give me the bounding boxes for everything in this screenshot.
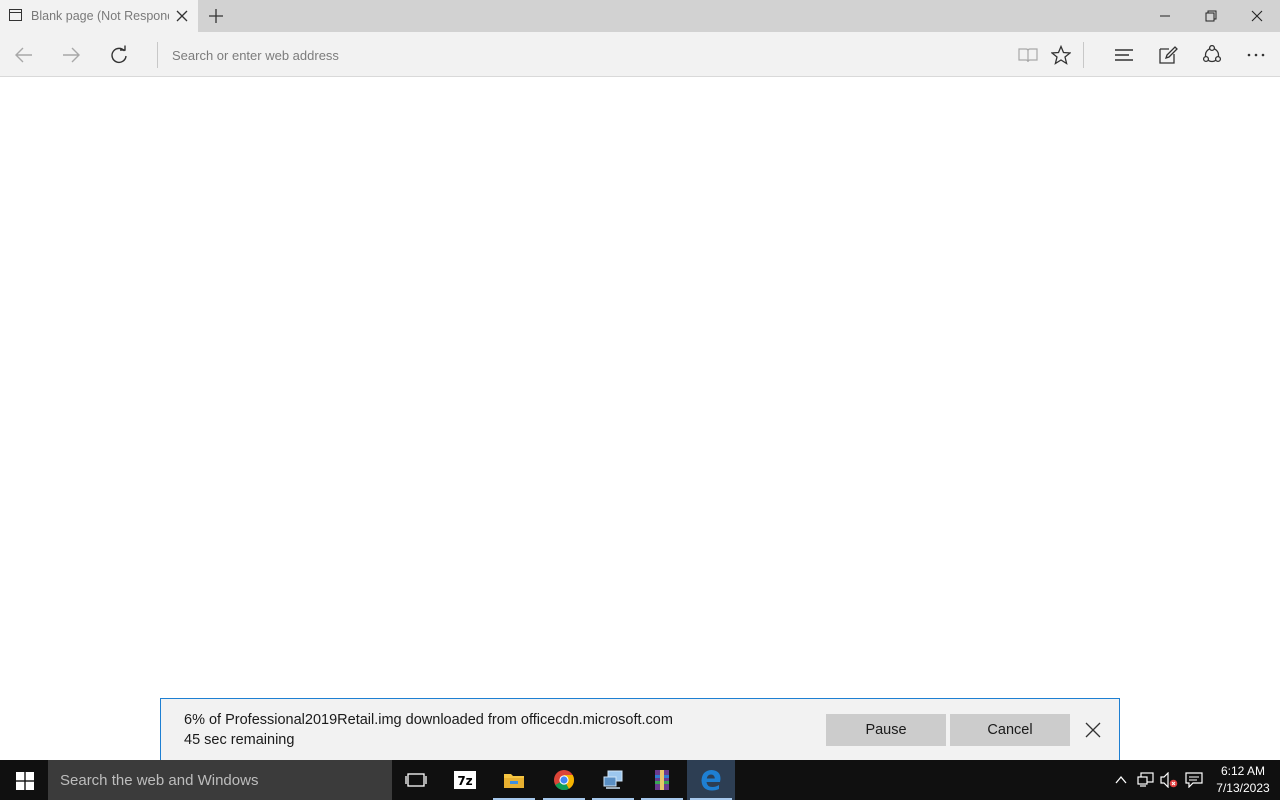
taskbar-search[interactable] <box>48 760 392 800</box>
taskbar-app-7zip[interactable]: 7z <box>441 760 489 800</box>
taskbar-app-chrome[interactable] <box>540 760 588 800</box>
svg-text:7z: 7z <box>457 774 472 788</box>
back-arrow-icon <box>15 47 32 63</box>
network-computer-icon <box>603 770 623 789</box>
clock-date: 7/13/2023 <box>1216 781 1270 795</box>
book-icon <box>1018 48 1038 63</box>
notification-icon <box>1185 772 1203 788</box>
taskbar-search-input[interactable] <box>48 760 392 800</box>
new-tab-plus-icon[interactable] <box>206 6 226 26</box>
separator <box>157 42 158 68</box>
minimize-button[interactable] <box>1142 0 1188 32</box>
refresh-icon <box>111 45 127 64</box>
browser-tab[interactable]: Blank page (Not Responding) <box>0 0 198 32</box>
refresh-button[interactable] <box>103 40 135 70</box>
clock-time: 6:12 AM <box>1220 764 1266 778</box>
close-download-bar-icon[interactable] <box>1083 720 1103 740</box>
navigation-toolbar <box>0 32 1280 77</box>
volume-tray-button[interactable] <box>1159 760 1181 800</box>
title-bar: Blank page (Not Responding) <box>0 0 1280 32</box>
restore-icon <box>1205 10 1217 22</box>
pause-button[interactable]: Pause <box>826 714 946 746</box>
download-status: 6% of Professional2019Retail.img downloa… <box>184 712 673 728</box>
hub-button[interactable] <box>1108 40 1140 70</box>
start-button[interactable] <box>0 760 48 800</box>
download-time-remaining: 45 sec remaining <box>184 732 295 748</box>
edge-icon <box>701 770 721 791</box>
action-center-button[interactable] <box>1183 760 1205 800</box>
forward-arrow-icon <box>63 47 80 63</box>
taskbar-app-file-explorer[interactable] <box>490 760 538 800</box>
taskbar-app-edge[interactable] <box>687 760 735 800</box>
minimize-icon <box>1160 15 1170 17</box>
separator <box>1083 42 1084 68</box>
volume-muted-icon <box>1160 772 1178 788</box>
more-dots-icon <box>1247 53 1265 57</box>
network-icon <box>1137 772 1154 787</box>
chevron-up-icon <box>1115 775 1127 784</box>
page-content <box>0 77 1280 760</box>
tab-title: Blank page (Not Responding) <box>31 9 169 23</box>
taskbar-app-network-tool[interactable] <box>589 760 637 800</box>
chrome-icon <box>554 770 575 791</box>
close-icon <box>1251 10 1263 22</box>
share-button[interactable] <box>1196 40 1228 70</box>
7zip-icon: 7z <box>454 771 476 789</box>
network-tray-button[interactable] <box>1135 760 1157 800</box>
pen-note-icon <box>1159 46 1178 64</box>
cancel-button[interactable]: Cancel <box>950 714 1070 746</box>
tab-close-icon[interactable] <box>174 8 190 24</box>
task-view-icon <box>405 773 427 787</box>
address-bar[interactable] <box>164 40 1004 70</box>
favorite-button[interactable] <box>1045 40 1077 70</box>
share-icon <box>1202 45 1222 63</box>
web-note-button[interactable] <box>1152 40 1184 70</box>
forward-button[interactable] <box>55 40 87 70</box>
task-view-button[interactable] <box>392 760 440 800</box>
star-icon <box>1051 45 1071 65</box>
taskbar-app-winrar[interactable] <box>638 760 686 800</box>
reading-view-button[interactable] <box>1012 40 1044 70</box>
close-window-button[interactable] <box>1234 0 1280 32</box>
taskbar: 7z <box>0 760 1280 800</box>
more-button[interactable] <box>1240 40 1272 70</box>
windows-logo-icon <box>16 772 34 790</box>
winrar-icon <box>655 770 669 790</box>
page-icon <box>9 9 22 21</box>
back-button[interactable] <box>8 40 40 70</box>
taskbar-clock[interactable]: 6:12 AM 7/13/2023 <box>1206 763 1280 797</box>
restore-button[interactable] <box>1188 0 1234 32</box>
folder-icon <box>504 774 524 788</box>
hub-icon <box>1115 49 1133 61</box>
download-notification: 6% of Professional2019Retail.img downloa… <box>160 698 1120 760</box>
show-hidden-icons-button[interactable] <box>1112 760 1130 800</box>
